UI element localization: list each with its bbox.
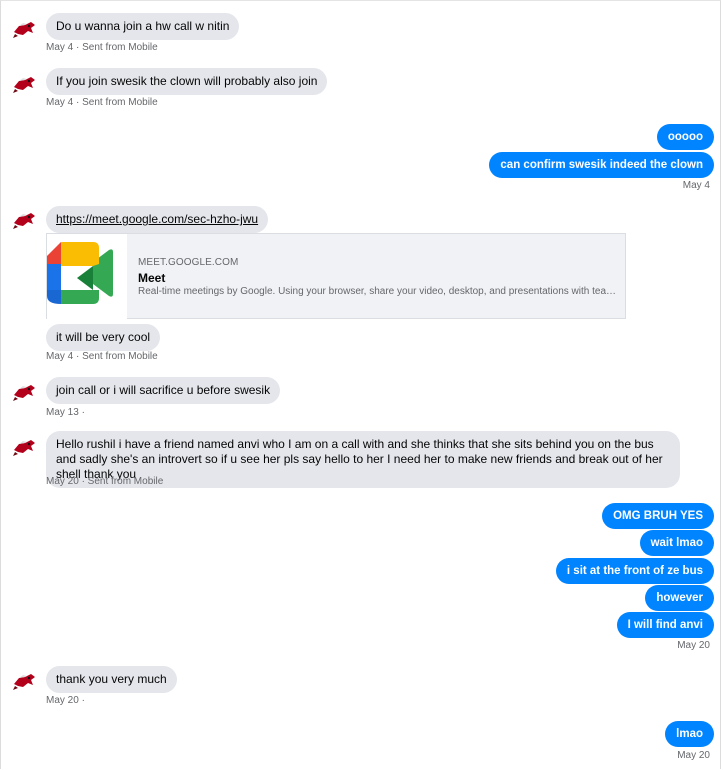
message-bubble-incoming[interactable]: Do u wanna join a hw call w nitin bbox=[46, 13, 240, 40]
link-title: Meet bbox=[138, 271, 166, 285]
message-meta: May 20 · Sent from Mobile bbox=[46, 476, 164, 487]
sender-avatar[interactable] bbox=[9, 432, 39, 462]
message-meta: May 20 bbox=[677, 640, 710, 651]
message-bubble-incoming[interactable]: If you join swesik the clown will probab… bbox=[46, 68, 328, 95]
google-meet-icon bbox=[47, 234, 127, 320]
message-bubble-outgoing[interactable]: I will find anvi bbox=[616, 612, 714, 638]
sender-avatar[interactable] bbox=[9, 205, 39, 235]
meet-link[interactable]: https://meet.google.com/sec-hzho-jwu bbox=[56, 212, 258, 226]
link-domain: MEET.GOOGLE.COM bbox=[138, 257, 239, 268]
message-meta: May 4 · Sent from Mobile bbox=[46, 42, 158, 53]
message-bubble-outgoing[interactable]: wait lmao bbox=[639, 530, 714, 556]
sender-avatar[interactable] bbox=[9, 14, 39, 44]
sender-avatar[interactable] bbox=[9, 666, 39, 696]
sender-avatar[interactable] bbox=[9, 69, 39, 99]
message-meta: May 20 bbox=[677, 750, 710, 761]
message-bubble-outgoing[interactable]: however bbox=[645, 585, 714, 611]
message-bubble-incoming[interactable]: thank you very much bbox=[46, 666, 177, 693]
message-meta: May 13 · bbox=[46, 407, 85, 418]
message-bubble-incoming-link[interactable]: https://meet.google.com/sec-hzho-jwu bbox=[46, 206, 269, 233]
link-preview-card[interactable]: MEET.GOOGLE.COM Meet Real-time meetings … bbox=[46, 233, 626, 320]
message-bubble-incoming[interactable]: it will be very cool bbox=[46, 324, 161, 351]
message-bubble-outgoing[interactable]: ooooo bbox=[656, 124, 714, 150]
link-description: Real-time meetings by Google. Using your… bbox=[138, 286, 618, 297]
message-bubble-outgoing[interactable]: lmao bbox=[665, 721, 714, 747]
message-bubble-outgoing[interactable]: i sit at the front of ze bus bbox=[555, 558, 714, 584]
message-meta: May 4 bbox=[682, 180, 710, 191]
sender-avatar[interactable] bbox=[9, 377, 39, 407]
message-bubble-outgoing[interactable]: can confirm swesik indeed the clown bbox=[489, 152, 714, 178]
message-meta: May 4 · Sent from Mobile bbox=[46, 351, 158, 362]
message-bubble-incoming[interactable]: join call or i will sacrifice u before s… bbox=[46, 377, 281, 404]
message-meta: May 4 · Sent from Mobile bbox=[46, 97, 158, 108]
message-bubble-outgoing[interactable]: OMG BRUH YES bbox=[602, 503, 714, 529]
message-meta: May 20 · bbox=[46, 695, 85, 706]
